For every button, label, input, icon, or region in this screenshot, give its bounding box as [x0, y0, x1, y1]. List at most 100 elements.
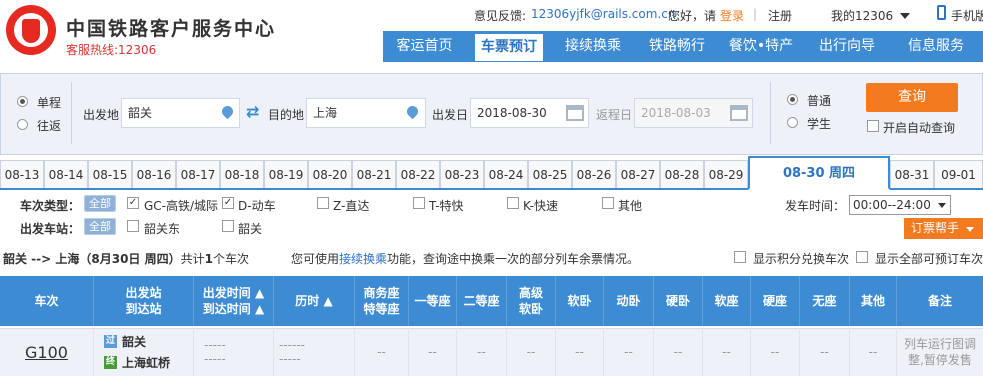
- nav-transfer[interactable]: 接续换乘: [558, 31, 628, 62]
- all-trains-checkbox[interactable]: [856, 251, 868, 263]
- my12306-menu[interactable]: 我的12306: [831, 7, 893, 24]
- date-tab[interactable]: 08-14: [44, 160, 88, 188]
- date-tab[interactable]: 08-29: [704, 160, 748, 188]
- date-tab[interactable]: 08-21: [352, 160, 396, 188]
- train-number-link[interactable]: G100: [25, 343, 68, 362]
- feedback-label: 意见反馈:: [474, 9, 527, 23]
- depart-time-label: 发车时间：: [785, 199, 846, 213]
- points-trains-checkbox[interactable]: [734, 251, 746, 263]
- date-tab[interactable]: 08-15: [88, 160, 132, 188]
- train-type-label: 车次类型：: [20, 199, 81, 213]
- other-label: 其他: [618, 199, 643, 213]
- to-station-text[interactable]: 上海虹桥: [122, 354, 170, 371]
- station-filter-label: 出发车站：: [20, 222, 81, 236]
- date-tab[interactable]: 09-01: [934, 160, 983, 188]
- chevron-down-icon: [900, 13, 910, 19]
- transfer-link[interactable]: 接续换乘: [339, 252, 387, 266]
- nav-catering[interactable]: 餐饮•特产: [725, 31, 797, 62]
- mobile-link[interactable]: 手机版: [951, 7, 983, 24]
- d-label: D-动车: [238, 199, 276, 213]
- duration: ------: [279, 338, 305, 352]
- calendar-icon[interactable]: [730, 105, 748, 121]
- train-type-all-button[interactable]: 全部: [84, 195, 116, 212]
- column-header-label: 其他: [861, 293, 885, 309]
- z-checkbox[interactable]: [317, 197, 329, 209]
- date-tab[interactable]: 08-27: [616, 160, 660, 188]
- column-header: 车次: [0, 276, 94, 326]
- calendar-icon[interactable]: [566, 105, 584, 121]
- station-cell: 过 韶关 终 上海虹桥: [94, 328, 194, 376]
- register-link[interactable]: 注册: [768, 7, 792, 24]
- k-checkbox[interactable]: [507, 197, 519, 209]
- auto-query-checkbox[interactable]: [867, 120, 879, 132]
- swap-stations-icon[interactable]: ⇄: [246, 102, 259, 121]
- shaoguan-east-label: 韶关东: [144, 222, 181, 236]
- route-summary: 韶关 --> 上海（8月30日 周四）: [3, 252, 181, 266]
- t-checkbox[interactable]: [413, 197, 425, 209]
- date-tab[interactable]: 08-26: [572, 160, 616, 188]
- nav-travel-guide[interactable]: 出行向导: [811, 31, 883, 62]
- divider: [71, 82, 72, 144]
- ticket-normal-label: 普通: [807, 94, 832, 108]
- ticket-student-label: 学生: [807, 117, 832, 131]
- nav-rail-pass[interactable]: 铁路畅行: [642, 31, 712, 62]
- ticket-normal-radio[interactable]: [787, 94, 798, 105]
- column-header-line2: 特等座: [363, 302, 400, 316]
- remark-cell: 列车运行图调整,暂停发售: [897, 328, 983, 376]
- column-header: 无座: [800, 276, 850, 326]
- nav-home[interactable]: 客运首页: [388, 31, 461, 62]
- time-cell: ----- -----: [194, 328, 274, 376]
- site-title: 中国铁路客户服务中心: [66, 18, 277, 40]
- from-station-text[interactable]: 韶关: [122, 333, 146, 350]
- column-header[interactable]: 历时 ▲: [274, 276, 355, 326]
- column-header-line1: 动卧: [616, 294, 641, 308]
- single-trip-radio[interactable]: [17, 96, 28, 107]
- date-tab[interactable]: 08-31: [890, 160, 934, 188]
- date-tab[interactable]: 08-13: [0, 160, 44, 188]
- other-checkbox[interactable]: [602, 197, 614, 209]
- login-link[interactable]: 登录: [720, 7, 744, 24]
- column-header: 硬座: [751, 276, 800, 326]
- seat-availability-cell: --: [654, 328, 703, 376]
- date-tab[interactable]: 08-19: [264, 160, 308, 188]
- date-tab[interactable]: 08-16: [132, 160, 176, 188]
- shaoguan-east-checkbox[interactable]: [127, 220, 139, 232]
- date-tab[interactable]: 08-20: [308, 160, 352, 188]
- d-checkbox[interactable]: ✓: [222, 197, 234, 209]
- nav-ticket-booking[interactable]: 车票预订: [475, 34, 543, 61]
- gc-checkbox[interactable]: ✓: [127, 197, 139, 209]
- column-header-label: 二等座: [463, 293, 499, 309]
- column-header-label: 软卧: [567, 293, 591, 309]
- date-tab[interactable]: 08-17: [176, 160, 220, 188]
- count-suffix: 个车次: [212, 252, 249, 266]
- seat-availability-cell: --: [751, 328, 800, 376]
- k-label: K-快速: [523, 199, 558, 213]
- auto-query-label: 开启自动查询: [883, 121, 956, 135]
- seat-availability-cell: --: [604, 328, 654, 376]
- date-tab[interactable]: 08-28: [660, 160, 704, 188]
- station-all-button[interactable]: 全部: [84, 218, 116, 235]
- arrive-time: -----: [204, 352, 226, 366]
- date-tab[interactable]: 08-25: [528, 160, 572, 188]
- seat-availability-cell: --: [800, 328, 850, 376]
- date-tab[interactable]: 08-18: [220, 160, 264, 188]
- date-tab[interactable]: 08-24: [484, 160, 528, 188]
- column-header-line1: 软卧: [567, 294, 592, 308]
- chevron-down-icon: [966, 227, 974, 232]
- column-header[interactable]: 出发时间 ▲ 到达时间 ▲: [194, 276, 274, 326]
- nav-info-service[interactable]: 信息服务: [897, 31, 975, 62]
- depart-time-select[interactable]: 00:00--24:00: [849, 195, 951, 215]
- divider: [770, 82, 771, 144]
- transfer-tip: 您可使用接续换乘功能，查询途中换乘一次的部分列车余票情况。: [291, 250, 639, 267]
- round-trip-radio[interactable]: [17, 119, 28, 130]
- from-label: 出发地: [83, 108, 120, 122]
- query-button[interactable]: 查询: [866, 83, 958, 112]
- date-tab[interactable]: 08-23: [440, 160, 484, 188]
- feedback-email-link[interactable]: 12306yjfk@rails.com.cn: [531, 7, 675, 21]
- shaoguan-checkbox[interactable]: [222, 220, 234, 232]
- gc-label: GC-高铁/城际: [144, 199, 219, 213]
- date-tab[interactable]: 08-30 周四: [748, 156, 890, 190]
- date-tab[interactable]: 08-22: [396, 160, 440, 188]
- column-header-line1: 历时 ▲: [295, 294, 333, 308]
- ticket-student-radio[interactable]: [787, 117, 798, 128]
